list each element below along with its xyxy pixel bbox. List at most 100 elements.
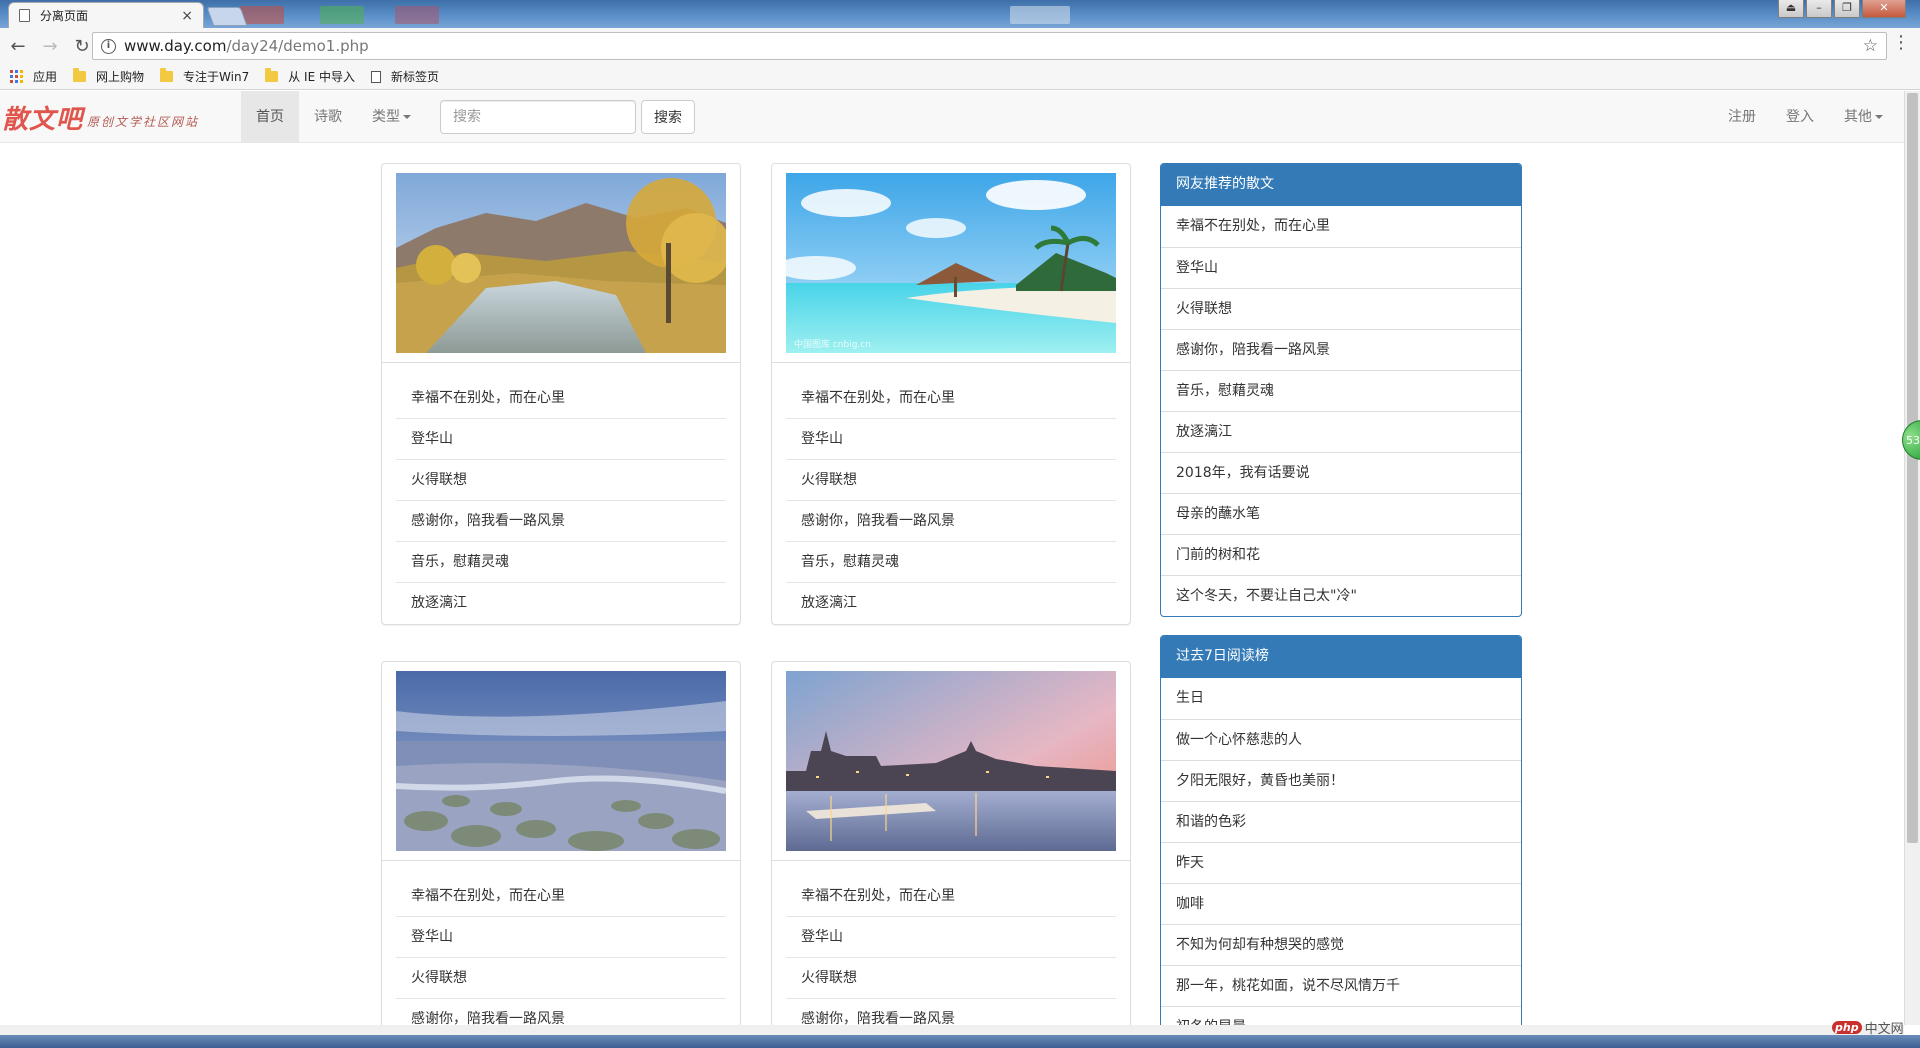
other-dropdown[interactable]: 其他 [1829,91,1898,143]
search-button[interactable]: 搜索 [641,100,695,134]
tab-current[interactable]: 分离页面 × [8,2,204,28]
list-item[interactable]: 和谐的色彩 [1161,801,1521,842]
bookmark-folder[interactable]: 专注于Win7 [160,68,249,85]
list-item[interactable]: 咖啡 [1161,883,1521,924]
tropical-beach-photo[interactable] [786,173,1116,353]
list-item[interactable]: 幸福不在别处，而在心里 [396,876,726,917]
city-river-dusk-photo[interactable] [786,671,1116,851]
bookmark-apps[interactable]: 应用 [10,68,57,85]
window-controls: ⏏ – ❐ ✕ [1778,0,1906,18]
back-icon[interactable]: ← [4,32,32,60]
list-item[interactable]: 2018年，我有话要说 [1161,452,1521,493]
article-card: 中国图库 cnbig.cn 幸福不在别处，而在心里 登华山 火得联想 感谢你，陪… [771,163,1131,625]
nav-home[interactable]: 首页 [241,91,299,143]
list-item[interactable]: 做一个心怀慈悲的人 [1161,719,1521,760]
bookmark-folder[interactable]: 从 IE 中导入 [265,68,355,85]
other-label: 其他 [1844,109,1872,125]
page-icon [370,70,381,83]
caret-down-icon [403,115,411,119]
brand-name: 散文吧 [2,104,84,135]
list-item[interactable]: 火得联想 [396,958,726,999]
list-item[interactable]: 母亲的蘸水笔 [1161,493,1521,534]
image-watermark: 中国图库 cnbig.cn [794,340,871,350]
list-item[interactable]: 感谢你，陪我看一路风景 [1161,329,1521,370]
scrollbar-thumb[interactable] [1907,93,1918,843]
site-logo[interactable]: 散文吧 原创文学社区网站 [0,91,199,143]
list-item[interactable]: 火得联想 [396,460,726,501]
list-item[interactable]: 这个冬天，不要让自己太"冷" [1161,575,1521,616]
list-item[interactable]: 感谢你，陪我看一路风景 [786,999,1116,1025]
list-item[interactable]: 不知为何却有种想哭的感觉 [1161,924,1521,965]
vertical-scrollbar[interactable] [1904,91,1920,1025]
address-bar[interactable]: i www.day.com/day24/demo1.php ☆ [92,32,1887,60]
list-item[interactable]: 登华山 [786,917,1116,958]
page-viewport: 散文吧 原创文学社区网站 首页 诗歌 类型 搜索 注册 登入 其他 [0,91,1904,1025]
horizontal-scrollbar[interactable] [0,1025,1904,1035]
browser-menu-icon[interactable]: ⋮ [1892,34,1910,52]
bookmark-label: 专注于Win7 [183,70,250,84]
list-item[interactable]: 幸福不在别处，而在心里 [396,378,726,419]
list-item[interactable]: 火得联想 [1161,288,1521,329]
list-item[interactable]: 门前的树和花 [1161,534,1521,575]
url-text: www.day.com/day24/demo1.php [124,37,369,55]
list-item[interactable]: 音乐，慰藉灵魂 [1161,370,1521,411]
close-window-button[interactable]: ✕ [1862,0,1906,18]
list-item[interactable]: 夕阳无限好，黄昏也美丽！ [1161,760,1521,801]
card-list: 幸福不在别处，而在心里 登华山 火得联想 感谢你，陪我看一路风景 [382,861,740,1025]
bookmark-page[interactable]: 新标签页 [370,68,439,85]
site-navbar: 散文吧 原创文学社区网站 首页 诗歌 类型 搜索 注册 登入 其他 [0,91,1904,143]
register-link[interactable]: 注册 [1713,91,1771,143]
list-item[interactable]: 幸福不在别处，而在心里 [786,876,1116,917]
list-item[interactable]: 登华山 [396,917,726,958]
bookmark-label: 从 IE 中导入 [288,70,355,84]
panel-title: 过去7日阅读榜 [1161,636,1521,677]
list-item[interactable]: 音乐，慰藉灵魂 [786,542,1116,583]
list-item[interactable]: 登华山 [396,419,726,460]
list-item[interactable]: 放逐漓江 [786,583,1116,624]
list-item[interactable]: 放逐漓江 [396,583,726,624]
tab-close-icon[interactable]: × [181,8,193,24]
list-item[interactable]: 感谢你，陪我看一路风景 [396,501,726,542]
info-icon[interactable]: i [101,38,116,54]
list-item[interactable]: 音乐，慰藉灵魂 [396,542,726,583]
list-item[interactable]: 初冬的早晨 [1161,1006,1521,1025]
list-item[interactable]: 幸福不在别处，而在心里 [1161,206,1521,247]
forward-icon[interactable]: → [36,32,64,60]
new-tab-button[interactable] [206,7,248,26]
card-image-wrap [382,662,740,861]
list-item[interactable]: 感谢你，陪我看一路风景 [786,501,1116,542]
card-image-wrap [772,662,1130,861]
list-item[interactable]: 放逐漓江 [1161,411,1521,452]
list-item[interactable]: 生日 [1161,678,1521,719]
php-logo-badge: php [1832,1021,1862,1034]
list-item[interactable]: 登华山 [786,419,1116,460]
nav-type-dropdown[interactable]: 类型 [357,91,426,143]
url-host: www.day.com [124,37,227,55]
list-item[interactable]: 火得联想 [786,958,1116,999]
list-item[interactable]: 昨天 [1161,842,1521,883]
tab-title: 分离页面 [40,9,89,23]
list-item[interactable]: 火得联想 [786,460,1116,501]
bookmark-star-icon[interactable]: ☆ [1863,36,1878,56]
login-link[interactable]: 登入 [1771,91,1829,143]
main-nav: 首页 诗歌 类型 [241,91,426,143]
rocky-shore-photo[interactable] [396,671,726,851]
user-icon[interactable]: ⏏ [1778,0,1804,18]
list-item[interactable]: 幸福不在别处，而在心里 [786,378,1116,419]
card-list: 幸福不在别处，而在心里 登华山 火得联想 感谢你，陪我看一路风景 [772,861,1130,1025]
minimize-button[interactable]: – [1806,0,1832,18]
bookmark-folder[interactable]: 网上购物 [73,68,144,85]
list-item[interactable]: 登华山 [1161,247,1521,288]
list-item[interactable]: 感谢你，陪我看一路风景 [396,999,726,1025]
search-form: 搜索 [440,100,695,134]
restore-button[interactable]: ❐ [1834,0,1860,18]
user-nav: 注册 登入 其他 [1713,91,1904,143]
article-card: 幸福不在别处，而在心里 登华山 火得联想 感谢你，陪我看一路风景 [381,661,741,1025]
autumn-river-photo[interactable] [396,173,726,353]
list-item[interactable]: 那一年，桃花如面，说不尽风情万千 [1161,965,1521,1006]
nav-poetry[interactable]: 诗歌 [299,91,357,143]
background-window-ghost [240,6,284,24]
tab-strip: 分离页面 × ⏏ – ❐ ✕ [0,0,1920,28]
page-icon [19,9,30,22]
search-input[interactable] [440,100,636,134]
